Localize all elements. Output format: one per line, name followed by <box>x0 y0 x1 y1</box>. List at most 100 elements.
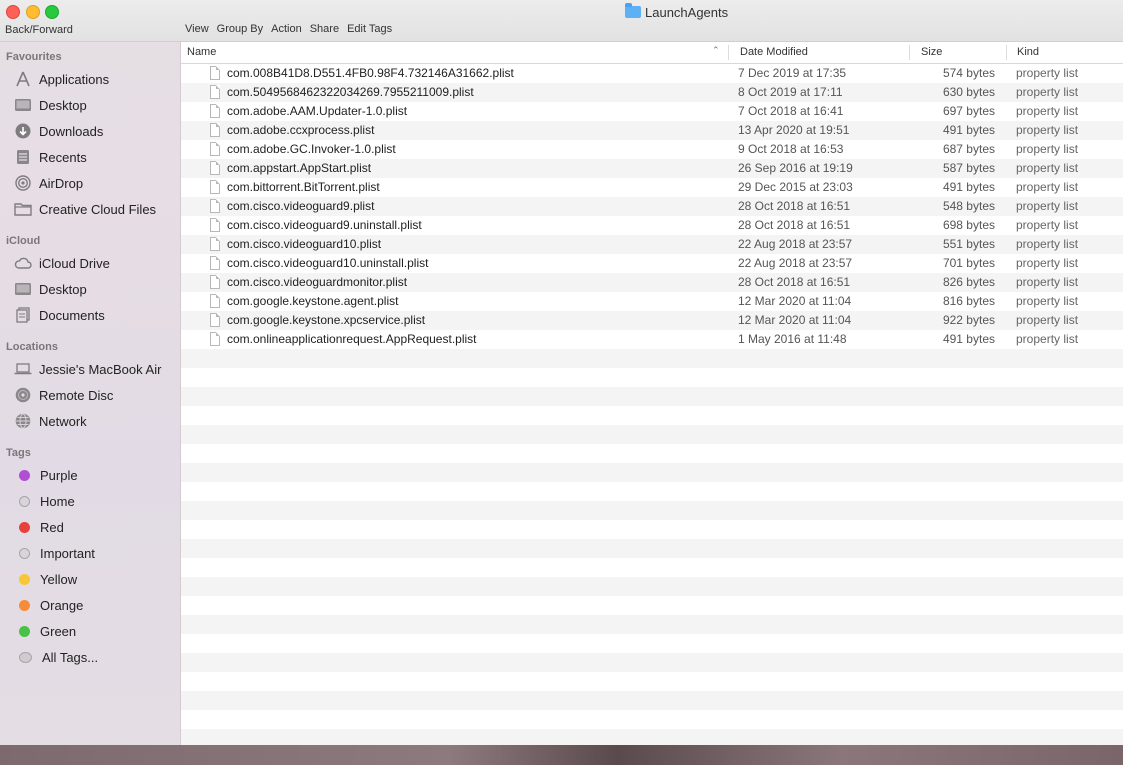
file-name: com.cisco.videoguardmonitor.plist <box>227 275 408 289</box>
sidebar-item-label: Orange <box>40 597 84 613</box>
column-divider[interactable] <box>728 45 729 60</box>
empty-row <box>181 501 1123 520</box>
sidebar-item-label: Applications <box>39 71 110 87</box>
file-row[interactable]: com.cisco.videoguardmonitor.plist 28 Oct … <box>181 273 1123 292</box>
action-button[interactable]: Action <box>271 23 302 35</box>
file-date-modified: 28 Oct 2018 at 16:51 <box>738 199 851 213</box>
tag-important[interactable]: Important <box>14 542 95 564</box>
file-name: com.adobe.AAM.Updater-1.0.plist <box>227 104 408 118</box>
minimize-button[interactable] <box>26 5 40 19</box>
empty-row <box>181 463 1123 482</box>
back-forward-label[interactable]: Back/Forward <box>5 24 73 36</box>
sidebar-item-downloads[interactable]: Downloads <box>14 120 103 142</box>
file-row[interactable]: com.google.keystone.agent.plist 12 Mar 20… <box>181 292 1123 311</box>
column-name-header[interactable]: Name <box>187 46 216 58</box>
window-title-text: LaunchAgents <box>645 4 729 20</box>
column-size-header[interactable]: Size <box>921 46 942 58</box>
documents-icon <box>14 307 32 323</box>
empty-row <box>181 558 1123 577</box>
sidebar-item-desktop[interactable]: Desktop <box>14 94 87 116</box>
file-size: 922 bytes <box>942 313 995 327</box>
column-header: Name ⌃ Date Modified Size Kind <box>181 42 1123 64</box>
sidebar-item-recents[interactable]: Recents <box>14 146 87 168</box>
file-size: 816 bytes <box>942 294 995 308</box>
sidebar-item-applications[interactable]: Applications <box>14 68 109 90</box>
document-icon <box>210 313 220 327</box>
document-icon <box>210 161 220 175</box>
zoom-button[interactable] <box>45 5 59 19</box>
close-button[interactable] <box>6 5 20 19</box>
sidebar-item-network[interactable]: Network <box>14 410 87 432</box>
file-row[interactable]: com.adobe.GC.Invoker-1.0.plist 9 Oct 2018… <box>181 140 1123 159</box>
empty-row <box>181 444 1123 463</box>
empty-row <box>181 691 1123 710</box>
file-size: 587 bytes <box>942 161 995 175</box>
document-icon <box>210 85 220 99</box>
file-row[interactable]: com.cisco.videoguard9.plist 28 Oct 2018 a… <box>181 197 1123 216</box>
tag-purple[interactable]: Purple <box>14 464 78 486</box>
file-date-modified: 28 Oct 2018 at 16:51 <box>738 275 851 289</box>
file-name: com.adobe.GC.Invoker-1.0.plist <box>227 142 396 156</box>
file-row[interactable]: com.adobe.ccxprocess.plist 13 Apr 2020 at… <box>181 121 1123 140</box>
empty-row <box>181 406 1123 425</box>
file-row[interactable]: com.adobe.AAM.Updater-1.0.plist 7 Oct 201… <box>181 102 1123 121</box>
empty-row <box>181 672 1123 691</box>
file-row[interactable]: com.008B41D8.D551.4FB0.98F4.732146A31662… <box>181 64 1123 83</box>
window-title: LaunchAgents <box>625 3 728 21</box>
view-button[interactable]: View <box>185 23 209 35</box>
desktop-icon <box>14 281 32 297</box>
sidebar-item-icloud-desktop[interactable]: Desktop <box>14 278 87 300</box>
sidebar-item-documents[interactable]: Documents <box>14 304 105 326</box>
tag-all-tags[interactable]: All Tags... <box>14 646 98 668</box>
sidebar-item-label: Red <box>40 519 64 535</box>
file-row[interactable]: com.cisco.videoguard10.uninstall.plist 22… <box>181 254 1123 273</box>
applications-icon <box>14 71 32 87</box>
sidebar-item-creative-cloud-files[interactable]: Creative Cloud Files <box>14 198 156 220</box>
column-divider[interactable] <box>1006 45 1007 60</box>
empty-row <box>181 596 1123 615</box>
desktop-icon <box>14 97 32 113</box>
file-row[interactable]: com.appstart.AppStart.plist 26 Sep 2016 a… <box>181 159 1123 178</box>
sidebar-item-label: Purple <box>40 467 78 483</box>
file-row[interactable]: com.bittorrent.BitTorrent.plist 29 Dec 20… <box>181 178 1123 197</box>
file-size: 491 bytes <box>942 123 995 137</box>
tag-home[interactable]: Home <box>14 490 75 512</box>
file-size: 491 bytes <box>942 332 995 346</box>
file-date-modified: 13 Apr 2020 at 19:51 <box>738 123 850 137</box>
edit-tags-button[interactable]: Edit Tags <box>347 23 392 35</box>
share-button[interactable]: Share <box>310 23 339 35</box>
red-tag-icon <box>19 521 30 533</box>
tag-red[interactable]: Red <box>14 516 64 538</box>
file-date-modified: 7 Oct 2018 at 16:41 <box>738 104 844 118</box>
column-divider[interactable] <box>909 45 910 60</box>
tag-green[interactable]: Green <box>14 620 76 642</box>
file-date-modified: 12 Mar 2020 at 11:04 <box>738 294 852 308</box>
sidebar-item-macbook[interactable]: Jessie's MacBook Air <box>14 358 161 380</box>
tag-orange[interactable]: Orange <box>14 594 83 616</box>
column-kind-header[interactable]: Kind <box>1017 46 1039 58</box>
toolbar: View Group By Action Share Edit Tags <box>185 23 400 35</box>
file-size: 697 bytes <box>942 104 995 118</box>
file-row[interactable]: com.google.keystone.xpcservice.plist 12 M… <box>181 311 1123 330</box>
file-kind: property list <box>1016 275 1079 289</box>
file-date-modified: 8 Oct 2019 at 17:11 <box>738 85 843 99</box>
all-tags-icon <box>19 651 32 663</box>
file-kind: property list <box>1016 313 1079 327</box>
group-by-button[interactable]: Group By <box>217 23 263 35</box>
sidebar-item-icloud-drive[interactable]: iCloud Drive <box>14 252 110 274</box>
file-row[interactable]: com.5049568462322034269.7955211009.plist… <box>181 83 1123 102</box>
file-size: 548 bytes <box>942 199 995 213</box>
file-row[interactable]: com.cisco.videoguard10.plist 22 Aug 2018 … <box>181 235 1123 254</box>
file-row[interactable]: com.onlineapplicationrequest.AppRequest.… <box>181 330 1123 349</box>
file-name: com.cisco.videoguard9.uninstall.plist <box>227 218 422 232</box>
empty-row <box>181 425 1123 444</box>
file-row[interactable]: com.cisco.videoguard9.uninstall.plist 28 … <box>181 216 1123 235</box>
column-date-header[interactable]: Date Modified <box>740 46 808 58</box>
document-icon <box>210 142 220 156</box>
folder-icon <box>14 201 32 217</box>
sidebar-item-airdrop[interactable]: AirDrop <box>14 172 83 194</box>
sidebar-section-favourites: Favourites <box>6 51 62 63</box>
sidebar-item-remote-disc[interactable]: Remote Disc <box>14 384 113 406</box>
sidebar-item-label: Jessie's MacBook Air <box>39 361 162 377</box>
tag-yellow[interactable]: Yellow <box>14 568 77 590</box>
